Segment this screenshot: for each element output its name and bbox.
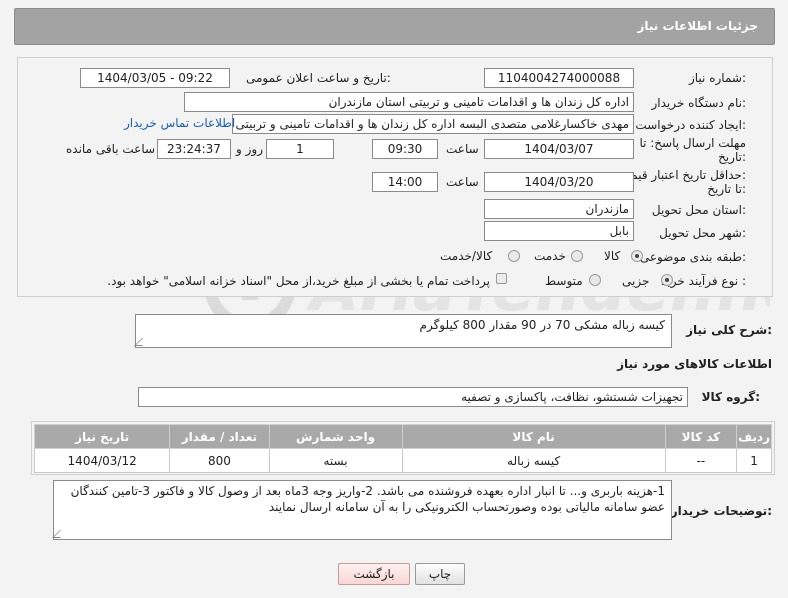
col-row: ردیف (736, 424, 772, 449)
col-date: تاریخ نیاز (33, 424, 171, 449)
category-radio-service[interactable] (571, 250, 583, 262)
resize-handle-icon[interactable] (134, 338, 150, 346)
table-row: 1 -- کیسه زباله بسته 800 1404/03/12 (33, 448, 772, 473)
description-field[interactable]: کیسه زباله مشکی 70 در 90 مقدار 800 کیلوگ… (134, 314, 672, 348)
treasury-payment-checkbox[interactable] (496, 273, 507, 284)
print-button[interactable]: چاپ (415, 563, 465, 585)
category-radio-both[interactable] (508, 250, 520, 262)
category-label: طبقه بندی موضوعی: (639, 250, 746, 264)
deadline-time-field: 09:30 (372, 139, 438, 159)
cell-quantity: 800 (169, 448, 270, 473)
process-radio-medium[interactable] (589, 274, 601, 286)
back-button[interactable]: بازگشت (338, 563, 410, 585)
deadline-date-field: 1404/03/07 (484, 139, 634, 159)
buyer-notes-field[interactable]: 1-هزینه باربری و... تا انبار اداره بعهده… (52, 480, 672, 540)
province-field: مازندران (484, 199, 634, 219)
cell-code: -- (664, 448, 738, 473)
creator-label: ایجاد کننده درخواست: (635, 118, 746, 132)
col-name: نام کالا (401, 424, 666, 449)
need-number-label: شماره نیاز: (688, 71, 746, 85)
col-quantity: تعداد / مقدار (169, 424, 270, 449)
category-goods-label: کالا (604, 249, 621, 263)
goods-group-label: گروه کالا: (701, 390, 760, 404)
validity-date-field: 1404/03/20 (484, 172, 634, 192)
cell-unit: بسته (268, 448, 403, 473)
buyer-org-label: نام دستگاه خریدار: (651, 96, 747, 110)
deadline-label-2: تاریخ: (718, 150, 746, 164)
category-service-label: خدمت (534, 249, 566, 263)
province-label: استان محل تحویل: (651, 203, 746, 217)
process-radio-minor[interactable] (661, 274, 673, 286)
page-header: جزئیات اطلاعات نیاز (14, 8, 775, 45)
creator-field: مهدی خاکسارغلامی متصدی البسه اداره کل زن… (232, 114, 634, 134)
days-label: روز و (236, 142, 263, 156)
validity-time-label: ساعت (446, 175, 479, 189)
description-text: کیسه زباله مشکی 70 در 90 مقدار 800 کیلوگ… (419, 318, 665, 332)
table-header-row: ردیف کد کالا نام کالا واحد شمارش تعداد /… (33, 424, 772, 449)
announce-field: 1404/03/05 - 09:22 (80, 68, 230, 88)
items-table: ردیف کد کالا نام کالا واحد شمارش تعداد /… (33, 424, 772, 473)
cell-name: کیسه زباله (401, 448, 666, 473)
validity-label: حداقل تاریخ اعتبار قیمت: (619, 168, 746, 182)
col-unit: واحد شمارش (268, 424, 403, 449)
remaining-label: ساعت باقی مانده (66, 142, 156, 156)
category-both-label: کالا/خدمت (440, 249, 493, 263)
validity-label-2: تا تاریخ: (707, 182, 746, 196)
validity-time-field: 14:00 (372, 172, 438, 192)
remaining-time-field: 23:24:37 (157, 139, 231, 159)
buyer-notes-label: توضیحات خریدار: (670, 504, 772, 518)
deadline-label: مهلت ارسال پاسخ: تا (639, 136, 746, 150)
city-label: شهر محل تحویل: (659, 226, 746, 240)
buyer-org-field: اداره کل زندان ها و اقدامات تامینی و ترب… (184, 92, 634, 112)
announce-label: تاریخ و ساعت اعلان عمومی: (246, 71, 391, 85)
remaining-days-field: 1 (266, 139, 334, 159)
treasury-payment-note: پرداخت تمام یا بخشی از مبلغ خرید،از محل … (107, 274, 490, 288)
process-medium-label: متوسط (545, 274, 583, 288)
col-code: کد کالا (664, 424, 738, 449)
cell-row: 1 (736, 448, 772, 473)
resize-handle-icon[interactable] (52, 530, 68, 538)
buyer-notes-text: 1-هزینه باربری و... تا انبار اداره بعهده… (70, 484, 665, 514)
contact-info-link[interactable]: اطلاعات تماس خریدار (124, 116, 235, 130)
deadline-time-label: ساعت (446, 142, 479, 156)
description-label: شرح کلی نیاز: (686, 323, 772, 337)
city-field: بابل (484, 221, 634, 241)
goods-section-title: اطلاعات کالاهای مورد نیاز (617, 357, 772, 371)
page-title: جزئیات اطلاعات نیاز (637, 19, 758, 33)
need-number-field: 1104004274000088 (484, 68, 634, 88)
process-label: نوع فرآیند خرید : (661, 274, 746, 288)
process-minor-label: جزیی (622, 274, 650, 288)
cell-date: 1404/03/12 (33, 448, 171, 473)
goods-group-field: تجهیزات شستشو، نظافت، پاکسازی و تصفیه (138, 387, 688, 407)
category-radio-goods[interactable] (631, 250, 643, 262)
